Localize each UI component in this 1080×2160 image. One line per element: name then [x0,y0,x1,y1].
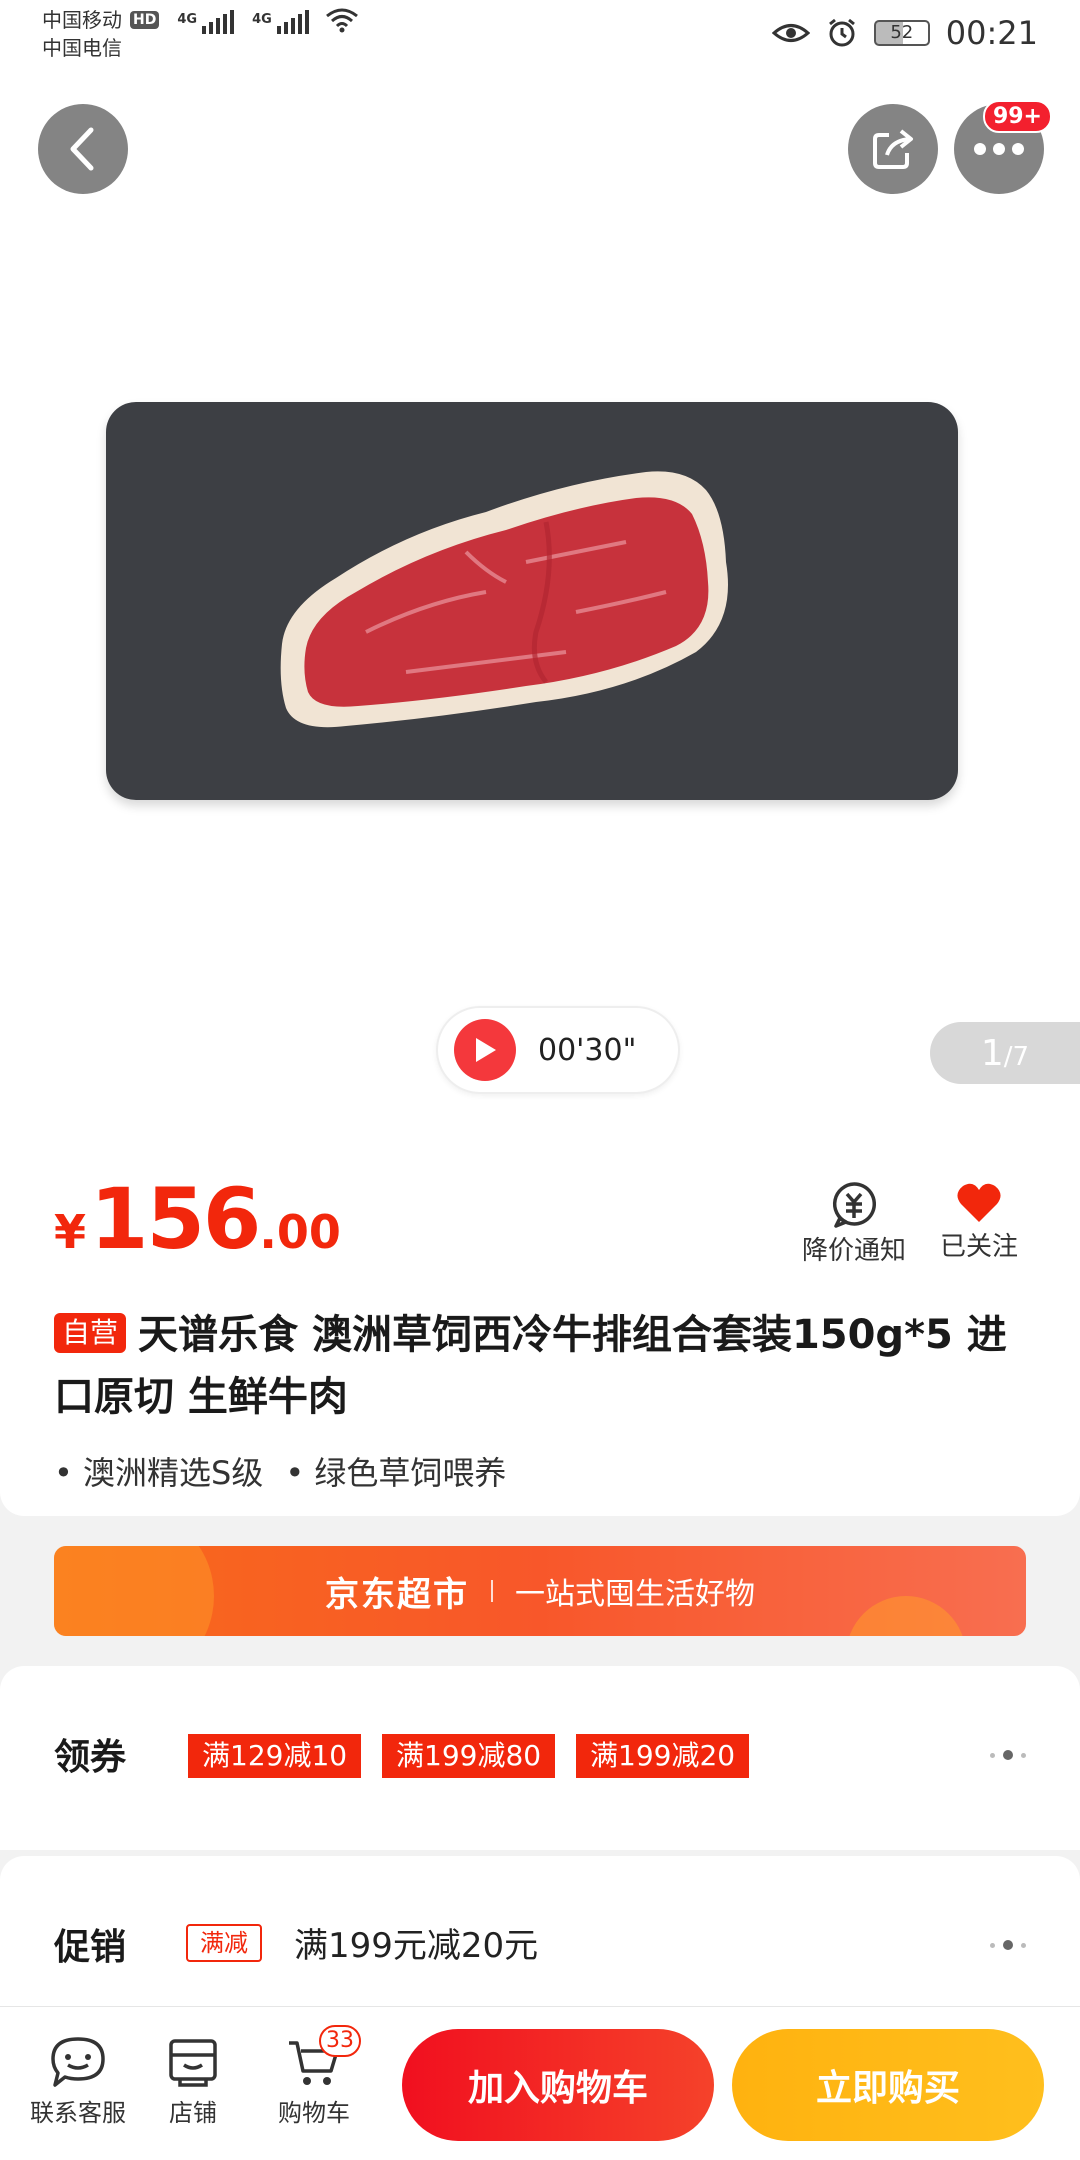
pager-current: 1 [980,1032,1004,1074]
cart-button[interactable]: 33 购物车 [278,2025,361,2128]
coupon-tag[interactable]: 满129减10 [188,1734,362,1778]
video-duration: 00'30" [538,1032,637,1068]
more-button[interactable]: 99+ [954,100,1052,194]
status-bar: 中国移动 HD 4G 4G 中国电信 52 00:21 [0,0,1080,72]
banner-decoration [846,1596,966,1636]
customer-service-label: 联系客服 [30,2099,126,2127]
product-gallery[interactable]: 99+ 00'30" 1 /7 [0,72,1080,1128]
jd-supermarket-banner[interactable]: 京东超市 一站式囤生活好物 [54,1546,1026,1636]
feature-item: • 澳洲精选S级 [54,1454,264,1492]
buy-now-button[interactable]: 立即购买 [732,2029,1044,2141]
alarm-icon [828,18,855,47]
price-symbol: ¥ [54,1205,87,1259]
carrier-2: 中国电信 [42,36,122,60]
price-alert-icon [832,1182,877,1228]
more-dots-icon[interactable] [990,1750,1026,1760]
hd-icon: HD [130,11,160,29]
product-image [106,402,958,800]
back-button[interactable] [38,104,128,194]
clock: 00:21 [945,14,1038,52]
coupon-tag[interactable]: 满199减20 [576,1734,750,1778]
steak-image [280,471,728,728]
promotion-label: 促销 [54,1927,127,1968]
product-features: • 澳洲精选S级 • 绿色草饲喂养 [54,1448,506,1494]
wifi-icon [325,8,358,33]
banner-decoration [54,1546,214,1636]
coupon-label: 领券 [54,1737,127,1778]
banner-slogan: 一站式囤生活好物 [515,1577,755,1612]
eye-icon [771,24,810,42]
product-title-text: 天谱乐食 澳洲草饲西冷牛排组合套装150g*5 进口原切 生鲜牛肉 [54,1312,1007,1420]
add-to-cart-button[interactable]: 加入购物车 [402,2029,714,2141]
carrier-info: 中国移动 HD 4G 4G 中国电信 [42,6,359,62]
heart-icon [957,1183,1001,1222]
share-icon [873,129,913,169]
product-price: ¥ 156 .00 [54,1170,341,1268]
share-button[interactable] [848,104,938,194]
image-pager: 1 /7 [930,1022,1080,1084]
promotion-row[interactable]: 促销 满减 满199元减20元 [0,1856,1080,2006]
price-integer: 156 [90,1170,261,1268]
shop-button[interactable]: 店铺 [162,2031,224,2128]
shop-label: 店铺 [169,2099,217,2127]
coupon-row[interactable]: 领券 满129减10 满199减80 满199减20 [0,1666,1080,1850]
product-title: 自营 天谱乐食 澳洲草饲西冷牛排组合套装150g*5 进口原切 生鲜牛肉 [54,1304,1034,1428]
bottom-action-bar: 联系客服 店铺 33 购物车 加入购物车 立即购买 [0,2006,1080,2160]
price-decimal: .00 [259,1205,341,1259]
coupon-tag[interactable]: 满199减80 [382,1734,556,1778]
message-badge: 99+ [982,100,1052,133]
price-alert-button[interactable]: 降价通知 [802,1180,906,1267]
cart-count-badge: 33 [319,2025,361,2057]
price-alert-label: 降价通知 [802,1236,907,1266]
cart-icon: 33 [283,2025,361,2093]
feature-item: • 绿色草饲喂养 [285,1454,507,1492]
signal-icon-2: 4G [252,6,309,34]
more-icon [974,143,1024,155]
follow-button[interactable]: 已关注 [940,1180,1018,1263]
shop-icon [162,2031,224,2093]
customer-service-button[interactable]: 联系客服 [30,2031,126,2128]
play-icon [454,1019,516,1081]
back-icon [70,127,94,171]
promotion-text: 满199元减20元 [294,1926,539,1966]
product-info-card: ¥ 156 .00 降价通知 已关注 自营 天谱乐食 澳洲草饲西冷牛排组合套装15… [0,1128,1080,1516]
customer-service-icon [47,2031,109,2093]
battery-icon: 52 [873,20,930,46]
signal-icon: 4G [177,6,235,34]
carrier-1: 中国移动 [42,8,122,32]
self-run-tag: 自营 [54,1313,127,1353]
pager-total: /7 [1003,1042,1030,1072]
more-dots-icon[interactable] [990,1940,1026,1950]
follow-label: 已关注 [940,1232,1019,1262]
promotion-tag: 满减 [186,1924,262,1962]
banner-divider [491,1580,493,1602]
banner-brand: 京东超市 [325,1574,469,1615]
play-video-button[interactable]: 00'30" [436,1006,680,1094]
cart-label: 购物车 [278,2099,350,2127]
